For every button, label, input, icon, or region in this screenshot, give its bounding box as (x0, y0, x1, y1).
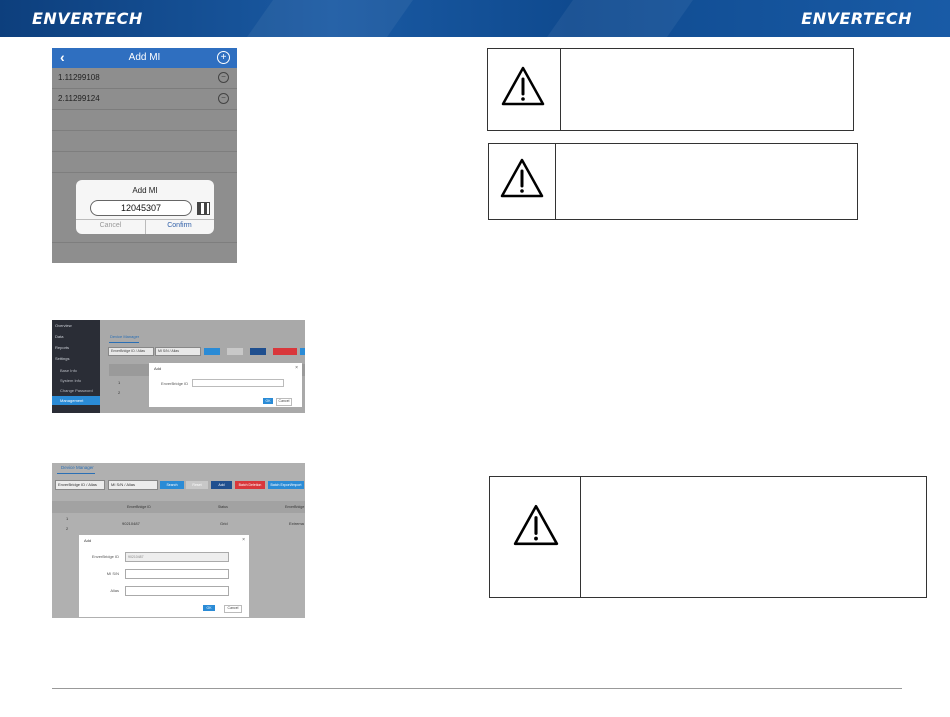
table-cell-extra: Extrema (289, 521, 304, 526)
divider (52, 242, 237, 243)
alias-input[interactable] (125, 586, 229, 596)
mi-serial-input[interactable]: 12045307 (90, 200, 192, 216)
warning-box (488, 143, 858, 220)
phone-title: Add MI (128, 52, 161, 63)
tab-device-manager[interactable]: Device Manager (110, 334, 139, 339)
sidebar-item-system-info[interactable]: System Info (60, 378, 81, 383)
field-label: EnverBridge ID (161, 381, 189, 386)
column-header: Status (218, 505, 228, 509)
sidebar-item-change-password[interactable]: Change Password (60, 388, 93, 393)
brand-logo-left: ENVERTECH (32, 9, 143, 28)
reset-button[interactable]: Reset (186, 481, 208, 489)
list-item[interactable]: 2.11299124 − (52, 89, 237, 110)
tab-device-manager[interactable]: Device Manager (61, 465, 94, 470)
ok-button[interactable]: OK (263, 398, 273, 404)
close-icon[interactable]: × (295, 365, 298, 371)
warning-triangle-icon (513, 504, 559, 546)
bridge-id-input[interactable] (192, 379, 284, 387)
search-button[interactable]: Search (160, 481, 184, 489)
sidebar-item-management[interactable]: Management (52, 396, 100, 405)
warning-triangle-icon (501, 66, 545, 106)
confirm-button[interactable]: Confirm (145, 222, 214, 229)
batch-export-button[interactable] (300, 348, 305, 355)
divider (52, 130, 237, 131)
field-label: Alias (110, 588, 119, 593)
mi-serial: 2.11299124 (58, 94, 100, 103)
bridge-id-field: 90210487 (125, 552, 229, 562)
table-cell-status: Grid (220, 521, 228, 526)
sidebar-item-reports[interactable]: Reports (55, 345, 69, 350)
warning-triangle-icon (500, 158, 544, 198)
tab-underline (109, 342, 139, 343)
field-label: MI S/N (106, 571, 119, 576)
table-row-index: 2 (66, 526, 69, 531)
cancel-button[interactable]: Cancel (224, 605, 242, 613)
dialog-title: Add MI (132, 186, 158, 195)
mi-filter-input[interactable]: MI S/N / Alias (108, 480, 158, 490)
add-button[interactable] (250, 348, 266, 355)
cancel-button[interactable]: Cancel (276, 398, 292, 406)
web-screenshot-add-mi: Device Manager EnverBridge ID / Alias MI… (52, 463, 305, 618)
field-label: EnverBridge ID (91, 554, 119, 559)
header-banner: ENVERTECH ENVERTECH (0, 0, 950, 37)
column-header: EnverBridge (285, 505, 305, 509)
mi-filter-input[interactable]: MI S/N / Alias (155, 347, 201, 356)
table-row-index: 1 (66, 516, 69, 521)
batch-delete-button[interactable] (273, 348, 297, 355)
sidebar-item-base-info[interactable]: Base Info (60, 368, 77, 373)
ok-button[interactable]: OK (203, 605, 215, 611)
tab-underline (57, 473, 95, 474)
header-stripe (247, 0, 413, 37)
add-bridge-dialog: Add × EnverBridge ID OK Cancel (149, 363, 302, 407)
add-mi-dialog: Add × EnverBridge ID 90210487 MI S/N Ali… (79, 535, 249, 617)
sidebar-item-data[interactable]: Data (55, 334, 63, 339)
warning-box (487, 48, 854, 131)
list-item[interactable]: 1.11299108 − (52, 68, 237, 89)
warning-icon-cell (489, 144, 556, 219)
warning-box (489, 476, 927, 598)
warning-icon-cell (490, 477, 581, 597)
warning-icon-cell (488, 49, 561, 130)
close-icon[interactable]: × (242, 537, 245, 543)
header-stripe (547, 0, 693, 37)
reset-button[interactable] (227, 348, 243, 355)
brand-logo-right: ENVERTECH (801, 9, 912, 28)
dialog-title: Add (154, 366, 162, 371)
add-mi-dialog: Add MI 12045307 Cancel Confirm (76, 180, 214, 234)
cancel-button[interactable]: Cancel (76, 222, 145, 229)
divider (52, 172, 237, 173)
add-button[interactable]: Add (211, 481, 232, 489)
table-row-index: 1 (118, 380, 121, 385)
plus-circle-icon[interactable]: + (217, 51, 230, 64)
footer-divider (52, 688, 902, 689)
qr-scan-icon[interactable] (197, 202, 210, 215)
dialog-title: Add (84, 538, 92, 543)
table-cell-bridge-id: 90210487 (122, 521, 140, 526)
sidebar-item-label: Management (60, 398, 84, 403)
mi-serial: 1.11299108 (58, 73, 100, 82)
sidebar-item-settings[interactable]: Settings (55, 356, 69, 361)
table-row-index: 2 (118, 390, 121, 395)
phone-screenshot: ‹ Add MI + 1.11299108 − 2.11299124 − Add… (52, 48, 237, 263)
web-screenshot-add-bridge: Overview Data Reports Settings Base Info… (52, 320, 305, 413)
column-header: EnverBridge ID (127, 505, 151, 509)
phone-title-bar: ‹ Add MI + (52, 48, 237, 68)
divider (52, 151, 237, 152)
sidebar: Overview Data Reports Settings Base Info… (52, 320, 100, 413)
bridge-filter-input[interactable]: EnverBridge ID / Alias (55, 480, 105, 490)
minus-circle-icon[interactable]: − (218, 93, 229, 104)
mi-sn-input[interactable] (125, 569, 229, 579)
search-button[interactable] (204, 348, 220, 355)
minus-circle-icon[interactable]: − (218, 72, 229, 83)
table-header (52, 501, 305, 513)
batch-export-button[interactable]: Batch Export/Import (268, 481, 304, 489)
sidebar-item-overview[interactable]: Overview (55, 323, 72, 328)
bridge-filter-input[interactable]: EnverBridge ID / Alias (108, 347, 154, 356)
batch-delete-button[interactable]: Batch Deletion (235, 481, 265, 489)
